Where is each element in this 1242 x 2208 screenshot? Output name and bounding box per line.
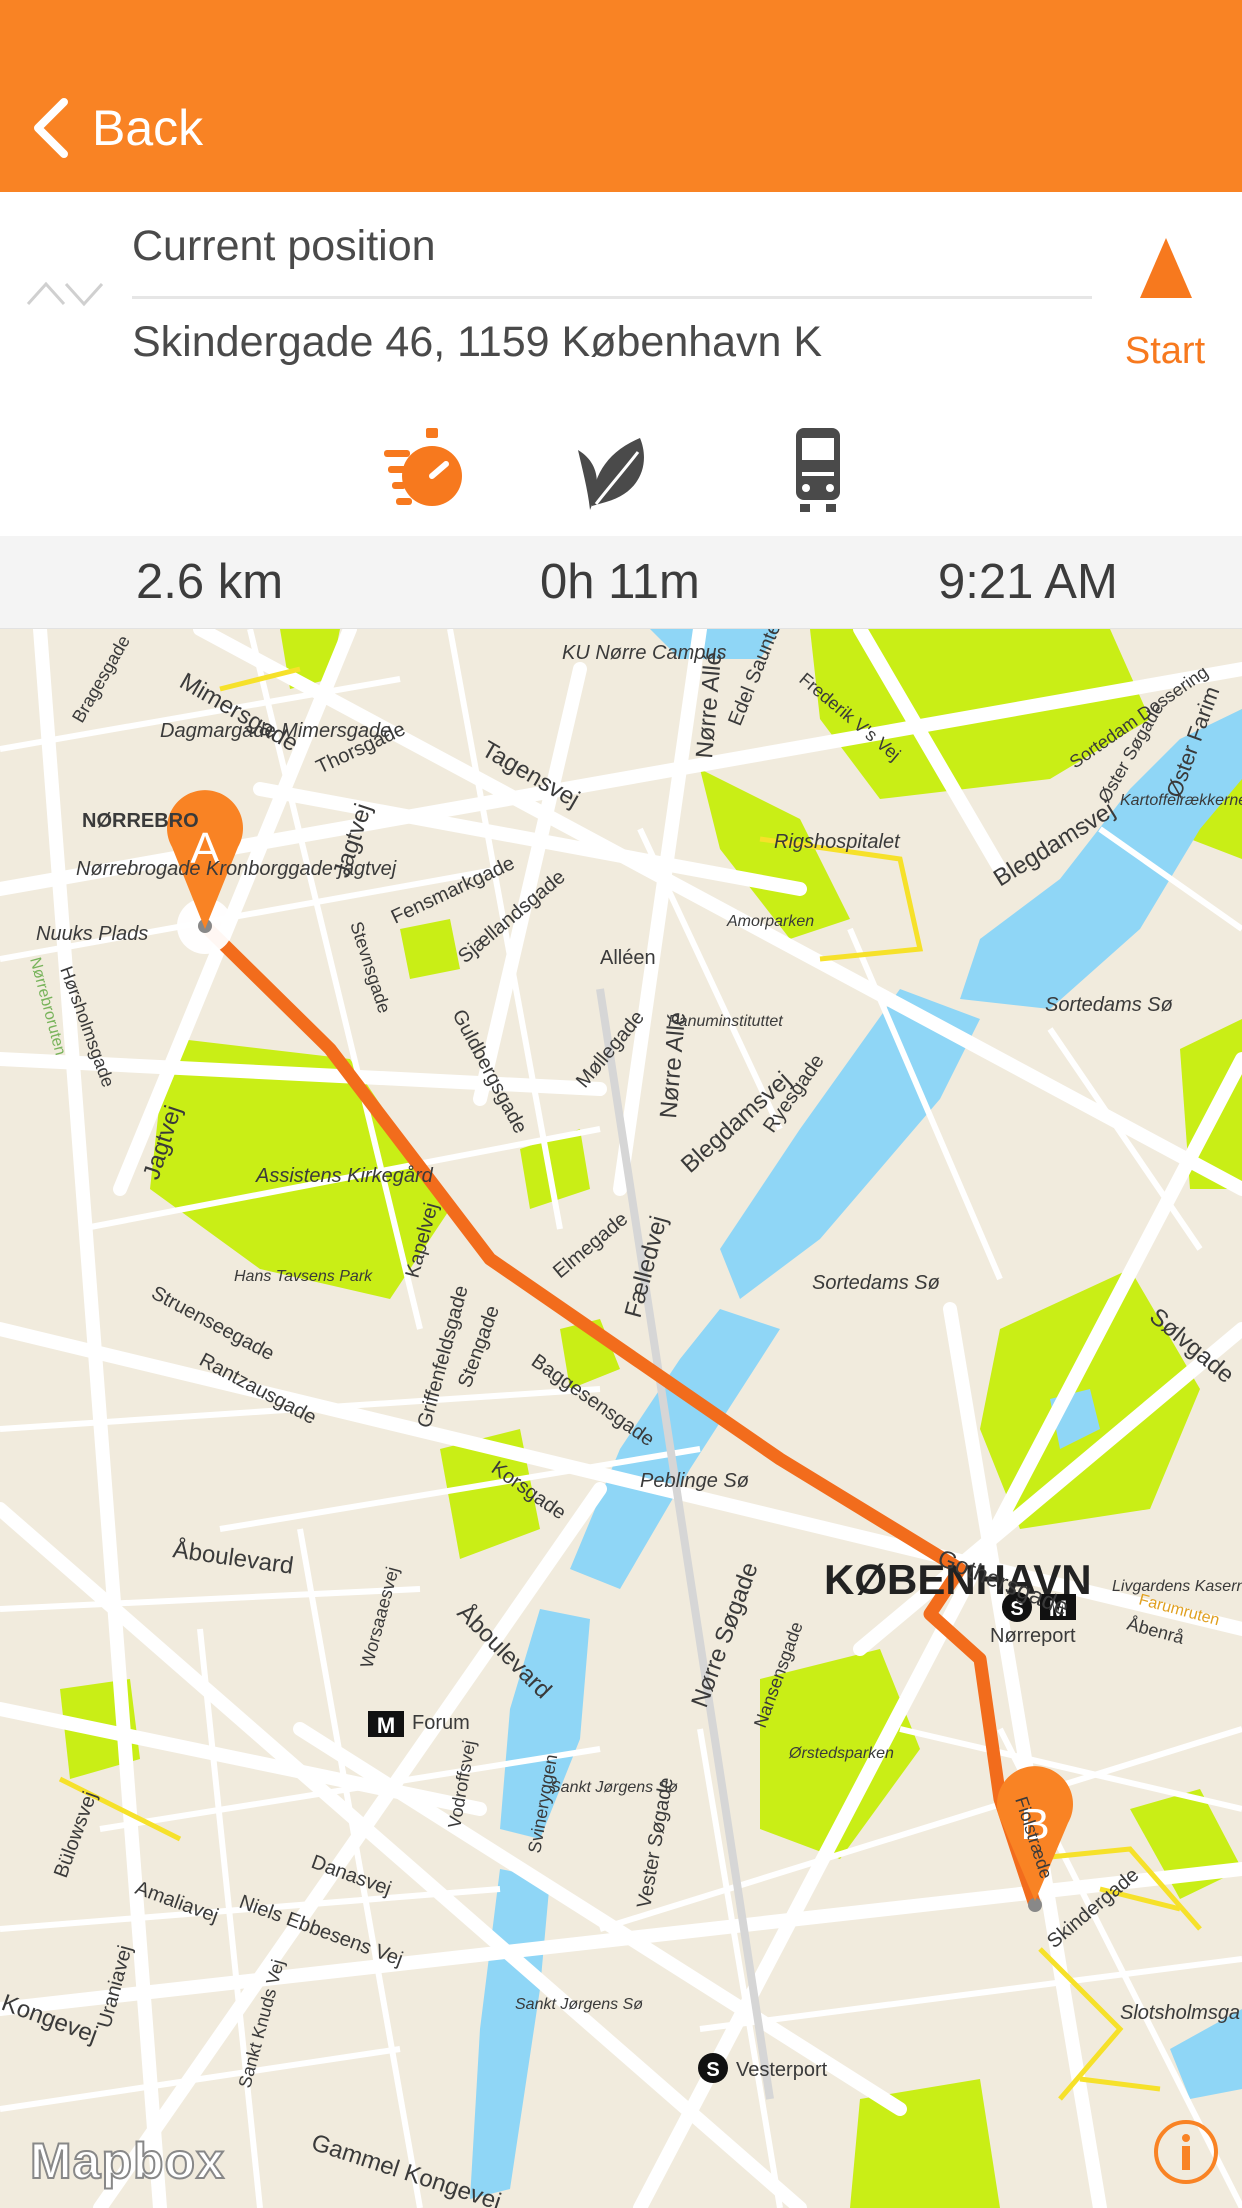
navigation-bar: Back xyxy=(0,0,1242,192)
info-icon[interactable] xyxy=(1152,2118,1220,2186)
duration-value: 0h 11m xyxy=(540,555,700,609)
svg-text:Rigshospitalet: Rigshospitalet xyxy=(774,831,901,853)
svg-text:Vesterport: Vesterport xyxy=(736,2059,828,2081)
s-train-vesterport-icon: S xyxy=(698,2053,728,2083)
svg-text:Nuuks Plads: Nuuks Plads xyxy=(36,923,148,945)
destination-field[interactable]: Skindergade 46, 1159 København K xyxy=(132,318,822,367)
leaf-icon xyxy=(578,438,644,510)
swap-chevron-icon[interactable] xyxy=(26,278,106,308)
distance-value: 2.6 km xyxy=(136,555,284,609)
start-button[interactable]: Start xyxy=(1110,230,1220,380)
metro-forum-icon: M xyxy=(368,1711,404,1738)
svg-text:Sortedams Sø: Sortedams Sø xyxy=(812,1272,940,1294)
field-divider xyxy=(132,296,1092,299)
map-canvas[interactable]: A B S M M S KØBENHAVN KU Nørre Campus Ri… xyxy=(0,629,1242,2208)
mapbox-logo: Mapbox xyxy=(29,2132,225,2190)
svg-text:Alléen: Alléen xyxy=(600,947,656,969)
svg-text:Assistens Kirkegård: Assistens Kirkegård xyxy=(255,1165,434,1187)
mode-transit[interactable] xyxy=(768,420,868,520)
svg-text:S: S xyxy=(706,2059,719,2081)
start-label: Start xyxy=(1124,330,1206,372)
origin-field[interactable]: Current position xyxy=(132,222,436,271)
map-view[interactable]: A B S M M S KØBENHAVN KU Nørre Campus Ri… xyxy=(0,629,1242,2208)
stopwatch-icon xyxy=(384,428,462,506)
route-summary: 2.6 km 0h 11m 9:21 AM xyxy=(0,536,1242,629)
mode-selector xyxy=(0,420,1242,520)
navigation-arrow-icon xyxy=(1140,238,1192,298)
svg-text:Livgardens Kaserne: Livgardens Kaserne xyxy=(1112,1578,1242,1595)
svg-text:Sankt Jørgens Sø: Sankt Jørgens Sø xyxy=(515,1996,643,2013)
mode-fastest[interactable] xyxy=(380,420,480,520)
svg-text:M: M xyxy=(377,1713,395,1738)
back-label: Back xyxy=(92,100,204,156)
train-icon xyxy=(796,428,840,512)
svg-text:Forum: Forum xyxy=(412,1712,470,1734)
svg-text:NØRREBRO: NØRREBRO xyxy=(82,810,199,832)
svg-text:Nørreport: Nørreport xyxy=(990,1625,1076,1647)
svg-text:Slotsholmsga: Slotsholmsga xyxy=(1120,2002,1240,2024)
svg-text:Hans Tavsens Park: Hans Tavsens Park xyxy=(234,1268,373,1285)
mode-green[interactable] xyxy=(570,420,670,520)
svg-text:Sortedams Sø: Sortedams Sø xyxy=(1045,994,1173,1016)
svg-text:Amorparken: Amorparken xyxy=(726,913,814,930)
svg-text:Ørstedsparken: Ørstedsparken xyxy=(788,1745,894,1762)
arrival-time-value: 9:21 AM xyxy=(938,555,1118,609)
svg-text:Peblinge Sø: Peblinge Sø xyxy=(640,1470,749,1492)
back-button[interactable]: Back xyxy=(30,92,203,164)
chevron-left-icon xyxy=(34,98,68,158)
